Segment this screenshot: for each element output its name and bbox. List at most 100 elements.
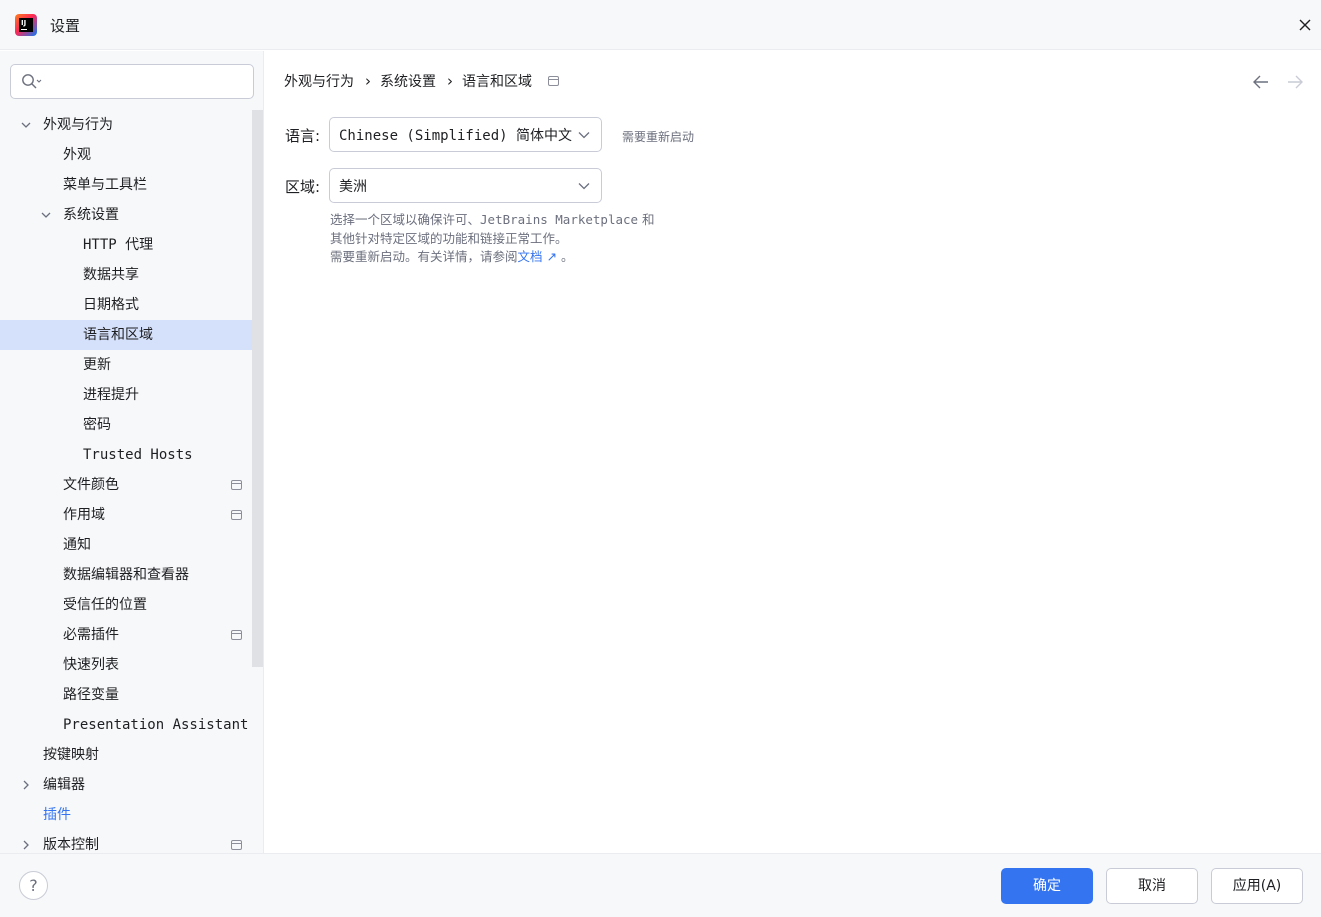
settings-sidebar: 外观与行为外观菜单与工具栏 系统设置 HTTP 代理数据共享日期格式语言和区域更新进… — [0, 51, 264, 853]
sidebar-item[interactable]: 数据共享 — [0, 260, 263, 290]
sidebar-item[interactable]: 插件 — [0, 800, 263, 830]
region-note-text: 。 — [556, 249, 574, 264]
sidebar-item-label: 插件 — [43, 807, 71, 823]
chevron-down-icon[interactable] — [20, 119, 32, 131]
marketplace-name: JetBrains Marketplace — [480, 212, 639, 227]
sidebar-item-label: 进程提升 — [83, 387, 139, 403]
sidebar-item[interactable]: 更新 — [0, 350, 263, 380]
sidebar-item[interactable]: Presentation Assistant — [0, 710, 263, 740]
sidebar-item[interactable]: 菜单与工具栏 — [0, 170, 263, 200]
sidebar-item[interactable]: Trusted Hosts — [0, 440, 263, 470]
sidebar-item-label: 文件颜色 — [63, 477, 119, 493]
sidebar-item[interactable]: 密码 — [0, 410, 263, 440]
region-dropdown[interactable]: 美洲 — [329, 168, 602, 203]
region-note-text: 需要重新启动。有关详情，请参阅 — [330, 249, 518, 264]
sidebar-item[interactable]: 文件颜色 — [0, 470, 263, 500]
breadcrumb-separator: › — [447, 72, 453, 90]
breadcrumb-item[interactable]: 外观与行为 — [284, 71, 354, 91]
project-settings-icon — [231, 510, 242, 520]
sidebar-scrollbar-thumb[interactable] — [252, 110, 263, 667]
sidebar-item-label: 版本控制 — [43, 837, 99, 853]
sidebar-item[interactable]: 语言和区域 — [0, 320, 263, 350]
cancel-button[interactable]: 取消 — [1106, 868, 1198, 904]
sidebar-item-label: 快速列表 — [63, 657, 119, 673]
breadcrumb-item-current: 语言和区域 — [462, 74, 532, 90]
chevron-right-icon[interactable] — [20, 779, 32, 791]
sidebar-item[interactable]: 作用域 — [0, 500, 263, 530]
language-label: 语言: — [285, 127, 321, 145]
sidebar-item-label: 必需插件 — [63, 627, 119, 643]
breadcrumb-item[interactable]: 系统设置 — [380, 71, 436, 91]
sidebar-item[interactable]: 路径变量 — [0, 680, 263, 710]
arrow-left-icon — [1253, 75, 1268, 89]
chevron-down-icon — [578, 132, 590, 139]
sidebar-item[interactable]: 系统设置 — [0, 200, 263, 230]
sidebar-item-label: 作用域 — [63, 507, 105, 523]
help-button[interactable]: ? — [19, 871, 48, 900]
breadcrumb-separator: › — [365, 72, 371, 90]
chevron-right-icon[interactable] — [20, 839, 32, 851]
sidebar-item-label: 受信任的位置 — [63, 597, 147, 613]
sidebar-item-label: 更新 — [83, 357, 111, 373]
sidebar-item[interactable]: 进程提升 — [0, 380, 263, 410]
sidebar-item[interactable]: 受信任的位置 — [0, 590, 263, 620]
region-label: 区域: — [285, 178, 321, 196]
sidebar-item[interactable]: 快速列表 — [0, 650, 263, 680]
search-icon[interactable] — [21, 73, 43, 91]
sidebar-item-label: 菜单与工具栏 — [63, 177, 147, 193]
sidebar-item-label: 外观 — [63, 147, 91, 163]
dialog-footer: ? 确定 取消 应用(A) — [0, 853, 1321, 917]
sidebar-item-label: 编辑器 — [43, 777, 85, 793]
region-note-text: 和 — [638, 212, 655, 227]
sidebar-item-label: 通知 — [63, 537, 91, 553]
language-value: Chinese (Simplified) 简体中文 — [339, 128, 573, 144]
restart-required-hint: 需要重新启动 — [622, 130, 695, 144]
settings-tree: 外观与行为外观菜单与工具栏 系统设置 HTTP 代理数据共享日期格式语言和区域更新进… — [0, 110, 263, 853]
chevron-down-icon — [578, 183, 590, 190]
sidebar-item[interactable]: 必需插件 — [0, 620, 263, 650]
window-title: 设置 — [50, 17, 81, 35]
title-bar: IJ 设置 — [0, 0, 1321, 50]
arrow-right-icon — [1288, 75, 1303, 89]
sidebar-item[interactable]: HTTP 代理 — [0, 230, 263, 260]
settings-search-box[interactable] — [10, 64, 254, 99]
sidebar-item[interactable]: 通知 — [0, 530, 263, 560]
close-button[interactable] — [1292, 12, 1318, 38]
sidebar-item[interactable]: 外观 — [0, 140, 263, 170]
sidebar-item-label: 数据共享 — [83, 267, 139, 283]
sidebar-item[interactable]: 按键映射 — [0, 740, 263, 770]
region-description: 选择一个区域以确保许可、JetBrains Marketplace 和 其他针对… — [330, 211, 655, 267]
sidebar-item-label: 密码 — [83, 417, 111, 433]
region-note-text: 选择一个区域以确保许可、 — [330, 212, 481, 227]
sidebar-item[interactable]: 版本控制 — [0, 830, 263, 853]
sidebar-item[interactable]: 日期格式 — [0, 290, 263, 320]
apply-button[interactable]: 应用(A) — [1211, 868, 1303, 904]
sidebar-item[interactable]: 编辑器 — [0, 770, 263, 800]
settings-content: 外观与行为 › 系统设置 › 语言和区域 语言: Chinese (Simpli… — [265, 51, 1321, 853]
sidebar-item-label: 路径变量 — [63, 687, 119, 703]
forward-button[interactable] — [1285, 73, 1305, 91]
project-settings-icon — [231, 480, 242, 490]
chevron-down-icon[interactable] — [40, 209, 52, 221]
ok-button[interactable]: 确定 — [1001, 868, 1093, 904]
documentation-link[interactable]: 文档 ↗ — [518, 249, 557, 264]
project-settings-icon — [548, 76, 559, 86]
sidebar-item-label: 日期格式 — [83, 297, 139, 313]
sidebar-item-label: Presentation Assistant — [63, 717, 249, 733]
back-button[interactable] — [1251, 73, 1271, 91]
sidebar-item-label: 外观与行为 — [43, 117, 113, 133]
intellij-logo-icon: IJ — [15, 14, 37, 36]
breadcrumb: 外观与行为 › 系统设置 › 语言和区域 — [284, 71, 559, 91]
project-settings-icon — [231, 840, 242, 850]
sidebar-item-label: 系统设置 — [63, 207, 119, 223]
project-settings-icon — [231, 630, 242, 640]
sidebar-item[interactable]: 数据编辑器和查看器 — [0, 560, 263, 590]
region-note-text: 其他针对特定区域的功能和链接正常工作。 — [330, 230, 568, 246]
language-dropdown[interactable]: Chinese (Simplified) 简体中文 — [329, 117, 602, 152]
sidebar-item-label: 语言和区域 — [83, 327, 153, 343]
close-icon — [1299, 19, 1311, 31]
sidebar-item[interactable]: 外观与行为 — [0, 110, 263, 140]
sidebar-item-label: 数据编辑器和查看器 — [63, 567, 189, 583]
region-value: 美洲 — [339, 179, 367, 195]
search-input[interactable] — [49, 71, 244, 93]
